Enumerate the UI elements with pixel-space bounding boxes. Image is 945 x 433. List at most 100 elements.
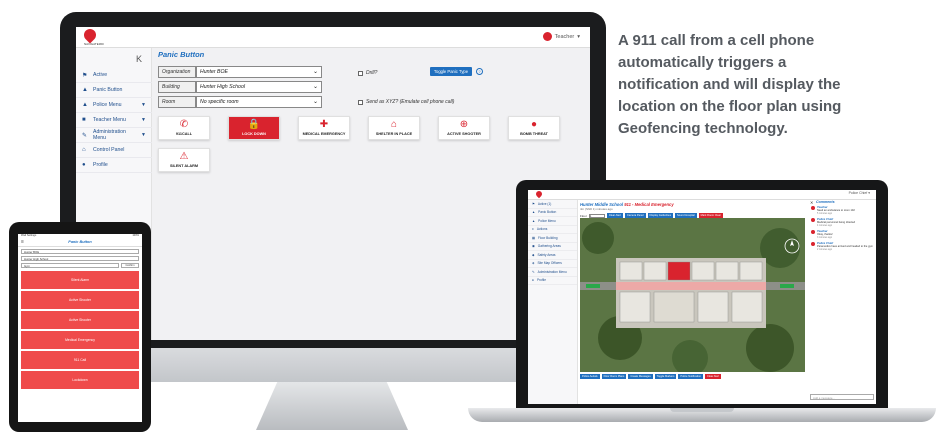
building-select[interactable]: Hunter High School ⌄ (196, 81, 322, 93)
home-icon: ⌂ (82, 147, 86, 153)
tile-label: ACTIVE SHOOTER (447, 132, 481, 136)
sidebar-item-label: Panic Button (93, 87, 123, 93)
shield-icon: ◆ (532, 252, 535, 257)
police-icon: ▲ (82, 102, 88, 108)
room-select[interactable]: No specific room ⌄ (196, 96, 322, 108)
promo-line: Geofencing technology. (618, 120, 788, 137)
toggle-panic-type-button[interactable]: Toggle Panic Type (430, 67, 472, 76)
satellite-floor-plan-map[interactable] (580, 218, 805, 372)
wrench-icon: ✎ (532, 269, 535, 274)
app-logo[interactable] (534, 190, 544, 199)
sidebar-item-teacher-menu[interactable]: ■ Teacher Menu ▼ (76, 113, 152, 128)
user-menu[interactable]: Teacher ▾ (542, 32, 580, 41)
building-field[interactable]: Hunter High School (21, 256, 139, 261)
lockdown-button[interactable]: Lockdown (21, 371, 139, 389)
sidebar-item-control-panel[interactable]: ⌂ Control Panel (76, 143, 152, 158)
collapse-sidebar-button[interactable]: K (136, 54, 142, 64)
bomb-icon: ● (530, 119, 538, 130)
tile-label: MEDICAL EMERGENCY (302, 132, 346, 136)
911-call-button[interactable]: 911 Call (21, 351, 139, 369)
sidebar-item-active[interactable]: ⚑ Active (1) (528, 200, 577, 209)
phone-icon: ✆ (179, 119, 189, 130)
active-shooter-button[interactable]: ⊕ ACTIVE SHOOTER (438, 116, 490, 140)
promo-text: A 911 call from a cell phone automatical… (618, 30, 918, 140)
send-as-checkbox-row[interactable]: Send as XYZ? (Emulate cell phone call) (358, 99, 454, 105)
active-shooter-button[interactable]: Active Shooter (21, 311, 139, 329)
user-menu[interactable]: Police Chief ▾ (849, 191, 870, 195)
drill-checkbox[interactable] (358, 70, 363, 76)
flag-icon: ⚑ (532, 201, 535, 206)
shelter-in-place-button[interactable]: ⌂ SHELTER IN PLACE (368, 116, 420, 140)
sidebar-item-label: Control Panel (93, 147, 125, 153)
info-icon[interactable]: ? (476, 68, 483, 75)
sidebar-item-panic-button[interactable]: ▲ Panic Button (76, 83, 152, 98)
comment-item: Police Chief Paramedics have arrived and… (808, 240, 876, 252)
chevron-down-icon: ⌄ (312, 84, 318, 90)
promo-line: location on the floor plan using (618, 98, 842, 115)
sidebar-item-label: Profile (536, 278, 546, 283)
crosshair-icon: ⊕ (459, 119, 469, 130)
police-aerials-button[interactable]: Police Aerials (580, 374, 600, 379)
avatar (542, 32, 552, 41)
building-value: Hunter High School (200, 84, 245, 90)
page-title: Panic Button (68, 240, 92, 244)
alert-time: 4m (Shift 1) minutes ago (580, 207, 613, 211)
police-notification-button[interactable]: Police Notification (678, 374, 704, 379)
sidebar-item-active[interactable]: ⚑ Active (76, 68, 152, 83)
silent-alarm-button[interactable]: ⚠ SILENT ALARM (158, 148, 210, 172)
silent-alarm-button[interactable]: Silent Alarm (21, 271, 139, 289)
medical-icon: ✚ (319, 119, 329, 130)
sidebar-item-profile[interactable]: ● Profile (528, 277, 577, 285)
sidebar-item-panic-button[interactable]: ▲ Panic Button (528, 209, 577, 217)
flag-icon: ⚑ (82, 72, 88, 79)
panic-button-list: Silent Alarm Active Shooter Active Shoot… (21, 271, 139, 389)
lock-down-button[interactable]: 🔒 LOCK DOWN (228, 116, 280, 140)
comment-time: 4 minutes ago (817, 224, 833, 227)
sidebar-item-label: Active (1) (537, 201, 552, 206)
sidebar-item-profile[interactable]: ● Profile (76, 158, 152, 173)
sidebar-item-police-menu[interactable]: ▲ Police Menu (528, 217, 577, 226)
confirm-button[interactable]: Confirm (121, 263, 139, 268)
close-icon[interactable]: ✕ (810, 200, 813, 205)
promo-line: notification and will display the (618, 76, 841, 93)
sidebar-item-police-menu[interactable]: ▲ Police Menu ▼ (76, 98, 152, 113)
room-value: No specific room (200, 99, 239, 105)
sidebar-item-floor-building[interactable]: ▦ Floor Building (528, 234, 577, 243)
app-logo[interactable]: NAVIGATE360 (81, 27, 104, 46)
sidebar-item-gathering-areas[interactable]: ◉ Gathering Areas (528, 243, 577, 251)
sidebar-item-administration-menu[interactable]: ✎ Administration Menu (528, 268, 577, 277)
sidebar-item-site-map-officers[interactable]: ◈ Site Map Officers (528, 260, 577, 268)
organization-select[interactable]: Hunter BOE ⌄ (196, 66, 322, 78)
comment-input[interactable]: Add a message... (810, 394, 874, 400)
user-name: Police Chief (848, 191, 868, 195)
create-messages-button[interactable]: Create Messages (628, 374, 653, 379)
toggle-markers-button[interactable]: Toggle Markers (654, 374, 677, 379)
police-icon: ▲ (532, 218, 536, 223)
group-icon: ◉ (532, 244, 535, 249)
chevron-down-icon: ▾ (577, 33, 580, 40)
sidebar-item-label: Profile (93, 162, 108, 168)
floor-room-plans-button[interactable]: Floor Room Plans (601, 374, 627, 379)
sidebar-item-label: Site Map Officers (537, 261, 562, 266)
clear-alert-button[interactable]: Clear Alert (705, 374, 722, 379)
bomb-threat-button[interactable]: ● BOMB THREAT (508, 116, 560, 140)
active-shooter-button[interactable]: Active Shooter (21, 291, 139, 309)
hamburger-menu-icon[interactable]: ≡ (21, 239, 24, 245)
send-as-checkbox[interactable] (358, 99, 363, 105)
sidebar-item-label: Teacher Menu (93, 117, 126, 123)
medical-emergency-button[interactable]: ✚ MEDICAL EMERGENCY (298, 116, 350, 140)
caret-down-icon: ▼ (141, 117, 146, 123)
floor-select[interactable]: 1 (588, 213, 605, 218)
room-field[interactable]: Gym (21, 263, 119, 268)
sidebar-item-label: Police Menu (93, 102, 122, 108)
drill-checkbox-row[interactable]: Drill? (358, 70, 377, 76)
sidebar-item-safety-areas[interactable]: ◆ Safety Areas (528, 251, 577, 260)
sidebar-item-actions[interactable]: ≡ Actions (528, 226, 577, 234)
organization-field[interactable]: Hunter BOE (21, 249, 139, 254)
tablet-screen: iPad Settings 100% ≡ Panic Button Hunter… (18, 234, 142, 422)
desktop-topbar: NAVIGATE360 Teacher ▾ (76, 27, 590, 48)
911-call-button[interactable]: ✆ 911CALL (158, 116, 210, 140)
medical-emergency-button[interactable]: Medical Emergency (21, 331, 139, 349)
imac-stand (256, 382, 408, 430)
sidebar-item-administration-menu[interactable]: ✎ Administration Menu ▼ (76, 128, 152, 143)
